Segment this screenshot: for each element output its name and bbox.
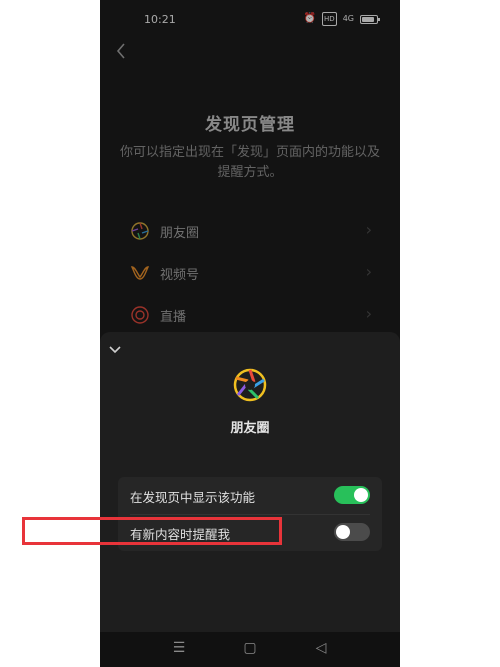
toggle-knob [336,525,350,539]
live-icon [131,306,149,324]
back-triangle-icon[interactable]: ◁ [311,640,331,656]
channels-icon [130,266,150,280]
list-item-moments[interactable]: 朋友圈 › [100,210,400,252]
list-item-label: 视频号 [160,268,200,283]
settings-card: 在发现页中显示该功能 有新内容时提醒我 [118,477,382,551]
sheet-app-name: 朋友圈 [230,421,270,436]
list-item-live[interactable]: 直播 › [100,294,400,336]
signal-label: 4G [342,14,354,23]
page-title: 发现页管理 [205,115,295,135]
page-subtitle: 你可以指定出现在「发现」页面内的功能以及提醒方式。 [120,145,381,180]
show-in-discover-toggle[interactable] [334,486,370,504]
system-nav-bar: ☰ ▢ ◁ [100,632,400,667]
toggle-knob [354,488,368,502]
status-bar: 10:21 ⏰ HD 4G [100,0,400,38]
setting-show-in-discover: 在发现页中显示该功能 [118,477,382,514]
setting-label: 在发现页中显示该功能 [130,490,256,505]
setting-label: 有新内容时提醒我 [130,527,231,542]
back-button[interactable] [108,38,134,64]
alarm-icon: ⏰ [303,13,317,24]
status-time: 10:21 [144,13,176,26]
notify-new-content-toggle[interactable] [334,523,370,541]
list-item-label: 直播 [160,310,187,325]
chevron-left-icon [116,43,125,59]
chevron-right-icon: › [365,304,372,323]
menu-icon[interactable]: ☰ [169,640,189,656]
discover-feature-list: 朋友圈 › 视频号 › 直播 › [100,210,400,336]
chevron-right-icon: › [365,262,372,281]
chevron-down-icon [109,346,121,354]
collapse-sheet-button[interactable] [105,340,125,360]
home-icon[interactable]: ▢ [240,640,260,656]
phone-screen: 10:21 ⏰ HD 4G 发现页管理 你可以指定出现在「发现」页面内的功能以及… [100,0,400,667]
list-item-channels[interactable]: 视频号 › [100,252,400,294]
moments-icon [131,222,149,240]
list-item-label: 朋友圈 [160,226,200,241]
chevron-right-icon: › [365,220,372,239]
bottom-sheet: 朋友圈 在发现页中显示该功能 有新内容时提醒我 [100,332,400,632]
moments-app-icon [233,368,267,402]
setting-notify-new-content: 有新内容时提醒我 [118,514,382,551]
hd-badge: HD [322,12,337,26]
battery-icon [360,14,380,24]
status-icons: ⏰ HD 4G [303,12,380,26]
